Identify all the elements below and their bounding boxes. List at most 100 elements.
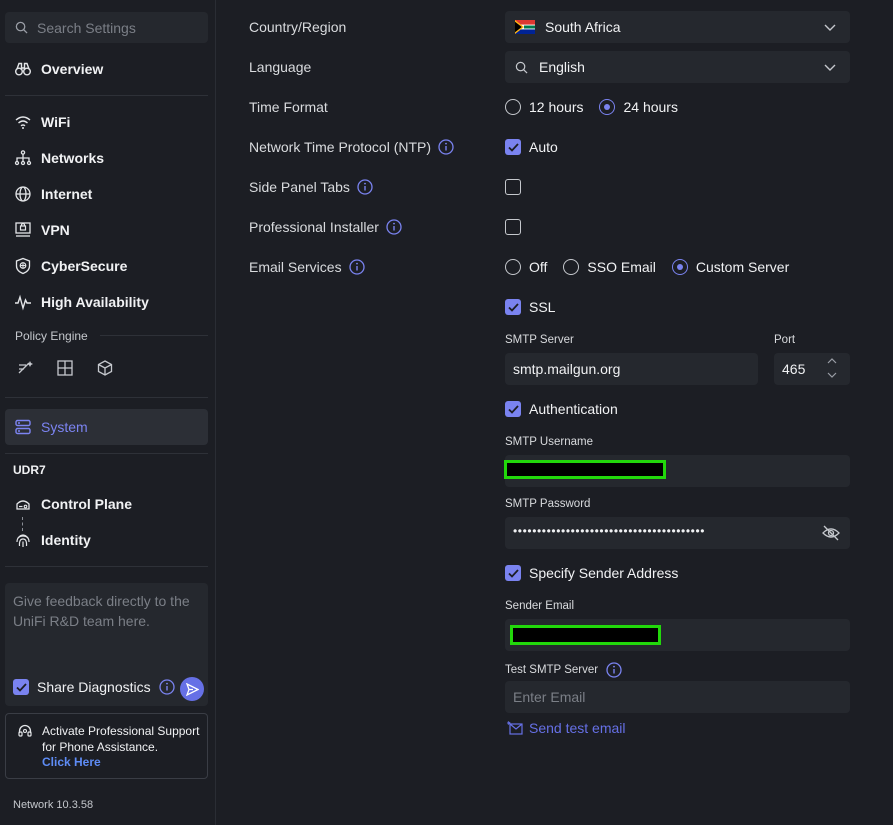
info-icon[interactable] xyxy=(348,259,365,275)
sidebar-item-wifi[interactable]: WiFi xyxy=(5,104,208,140)
stepper-arrows-icon[interactable] xyxy=(827,357,837,379)
sidebar-item-label: Networks xyxy=(41,150,105,166)
sender-email-label: Sender Email xyxy=(505,600,575,612)
wand-icon[interactable] xyxy=(17,359,35,377)
sidebar-item-system[interactable]: System xyxy=(5,409,208,445)
side-panel-tabs-checkbox[interactable] xyxy=(505,179,521,195)
info-icon[interactable] xyxy=(606,662,622,678)
ntp-auto-row[interactable]: Auto xyxy=(505,139,558,155)
sidebar-item-networks[interactable]: Networks xyxy=(5,140,208,176)
feedback-input[interactable] xyxy=(13,591,201,651)
pro-installer-label-text: Professional Installer xyxy=(249,219,379,235)
radio-12h[interactable] xyxy=(505,99,521,115)
eye-off-icon[interactable] xyxy=(822,525,840,541)
test-smtp-label: Test SMTP Server xyxy=(505,662,622,678)
headset-icon xyxy=(18,724,32,737)
ntp-auto-checkbox[interactable] xyxy=(505,139,521,155)
specify-sender-label: Specify Sender Address xyxy=(529,565,679,581)
side-panel-tabs-row[interactable] xyxy=(505,179,521,195)
info-icon[interactable] xyxy=(357,179,373,195)
send-feedback-button[interactable] xyxy=(180,677,204,701)
port-input[interactable] xyxy=(774,353,850,385)
country-select[interactable]: South Africa xyxy=(505,11,850,43)
specify-sender-row[interactable]: Specify Sender Address xyxy=(505,565,678,581)
ssl-row[interactable]: SSL xyxy=(505,299,555,315)
send-test-email-button[interactable]: Send test email xyxy=(507,720,626,736)
check-icon xyxy=(507,302,519,312)
ntp-auto-label: Auto xyxy=(529,139,558,155)
redaction-box xyxy=(504,460,666,479)
email-services-label-text: Email Services xyxy=(249,259,342,275)
pulse-icon xyxy=(15,294,31,311)
sidebar-item-label: WiFi xyxy=(41,114,71,130)
support-link[interactable]: Click Here xyxy=(42,755,101,769)
pro-installer-row[interactable] xyxy=(505,219,521,235)
authentication-checkbox[interactable] xyxy=(505,401,521,417)
send-icon xyxy=(185,682,199,696)
time-format-label: Time Format xyxy=(249,99,328,115)
side-panel-tabs-label-text: Side Panel Tabs xyxy=(249,179,350,195)
country-label-text: Country/Region xyxy=(249,19,347,35)
cube-icon[interactable] xyxy=(96,359,114,377)
radio-custom[interactable] xyxy=(671,259,688,275)
smtp-password-label: SMTP Password xyxy=(505,498,591,510)
authentication-label: Authentication xyxy=(529,401,618,417)
country-value: South Africa xyxy=(545,19,621,35)
sidebar-item-high-availability[interactable]: High Availability xyxy=(5,284,208,320)
professional-support-card[interactable]: Activate Professional Support for Phone … xyxy=(5,713,208,779)
wifi-icon xyxy=(15,116,31,129)
pro-installer-checkbox[interactable] xyxy=(505,219,521,235)
sidebar: Overview WiFi Networks Internet VPN Cybe… xyxy=(0,0,216,825)
email-custom[interactable]: Custom Server xyxy=(671,259,789,275)
sidebar-item-internet[interactable]: Internet xyxy=(5,176,208,212)
search-box[interactable] xyxy=(5,12,208,43)
email-sso[interactable]: SSO Email xyxy=(563,259,656,275)
sidebar-item-cybersecure[interactable]: CyberSecure xyxy=(5,248,208,284)
binoculars-icon xyxy=(15,62,31,76)
divider xyxy=(100,335,208,336)
search-input[interactable] xyxy=(37,19,197,36)
time-format-24h[interactable]: 24 hours xyxy=(599,99,678,115)
country-label: Country/Region xyxy=(249,19,346,35)
radio-12h-label: 12 hours xyxy=(529,99,584,115)
sidebar-item-control-plane[interactable]: Control Plane xyxy=(5,486,208,522)
sidebar-item-label: System xyxy=(41,419,88,435)
test-email-input[interactable] xyxy=(505,681,850,713)
language-select[interactable]: English xyxy=(505,51,850,83)
ssl-checkbox[interactable] xyxy=(505,299,521,315)
language-value: English xyxy=(539,59,585,75)
port-label: Port xyxy=(774,334,796,346)
info-icon[interactable] xyxy=(438,139,454,155)
check-icon xyxy=(507,142,519,152)
radio-off[interactable] xyxy=(505,259,521,275)
info-icon[interactable] xyxy=(158,679,175,695)
check-icon xyxy=(507,568,519,578)
info-icon[interactable] xyxy=(386,219,402,235)
sidebar-item-vpn[interactable]: VPN xyxy=(5,212,208,248)
radio-sso[interactable] xyxy=(563,259,580,275)
share-diagnostics-checkbox[interactable] xyxy=(13,679,29,695)
grid-icon[interactable] xyxy=(56,359,74,377)
radio-24h[interactable] xyxy=(599,99,616,115)
sidebar-item-label: Internet xyxy=(41,186,93,202)
device-label: UDR7 xyxy=(13,463,46,477)
authentication-row[interactable]: Authentication xyxy=(505,401,618,417)
time-format-12h[interactable]: 12 hours xyxy=(505,99,583,115)
share-diagnostics-label: Share Diagnostics xyxy=(37,679,151,695)
time-format-radio-group: 12 hours 24 hours xyxy=(505,99,694,115)
mail-send-icon xyxy=(507,721,523,735)
email-off[interactable]: Off xyxy=(505,259,547,275)
sidebar-item-label: Overview xyxy=(41,61,104,77)
chevron-down-icon xyxy=(824,64,836,71)
sidebar-item-label: CyberSecure xyxy=(41,258,128,274)
policy-engine-label: Policy Engine xyxy=(15,329,88,343)
language-label: Language xyxy=(249,59,311,75)
sidebar-item-overview[interactable]: Overview xyxy=(5,51,208,87)
vpn-icon xyxy=(15,222,31,237)
specify-sender-checkbox[interactable] xyxy=(505,565,521,581)
radio-off-label: Off xyxy=(529,259,548,275)
sidebar-item-identity[interactable]: Identity xyxy=(5,522,208,558)
smtp-server-input[interactable] xyxy=(505,353,758,385)
divider xyxy=(5,95,208,96)
sidebar-item-label: High Availability xyxy=(41,294,149,310)
